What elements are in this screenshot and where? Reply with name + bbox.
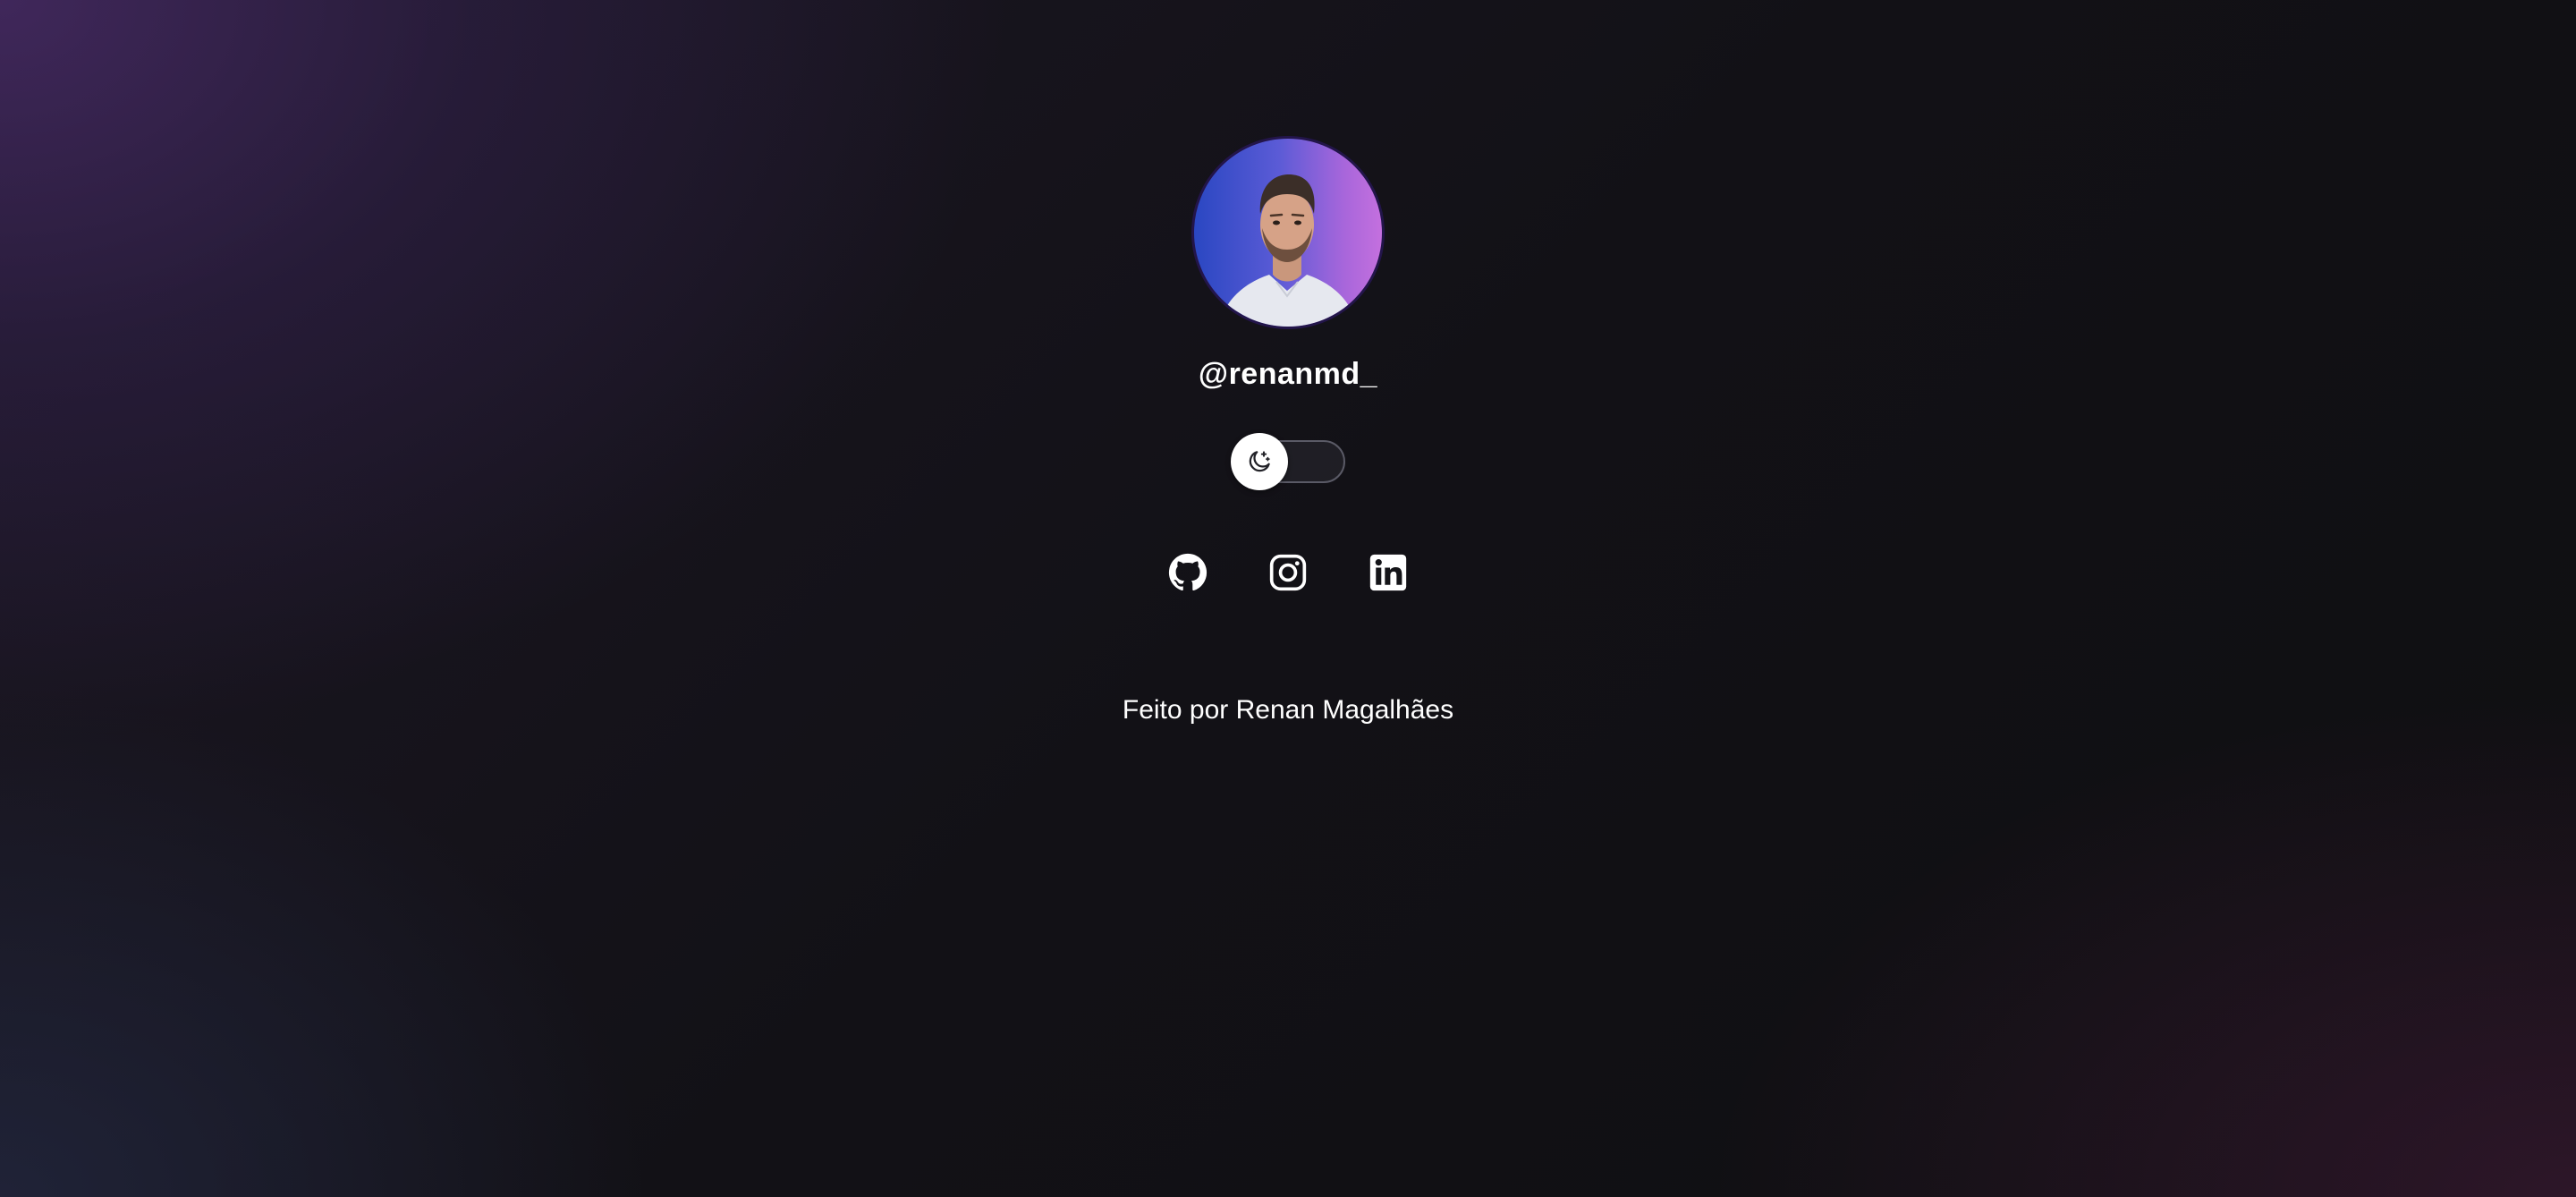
profile-handle: @renanmd_ bbox=[1198, 357, 1378, 391]
theme-toggle-knob[interactable] bbox=[1231, 433, 1288, 490]
profile-section: @renanmd_ Feito por Renan Magalhães bbox=[0, 136, 2576, 726]
moon-stars-icon bbox=[1249, 451, 1270, 472]
avatar bbox=[1191, 136, 1385, 329]
theme-toggle[interactable] bbox=[1231, 433, 1345, 490]
page: @renanmd_ Feito por Renan Magalhães bbox=[0, 0, 2576, 1197]
github-icon bbox=[1168, 553, 1208, 591]
instagram-link[interactable] bbox=[1268, 553, 1308, 592]
github-link[interactable] bbox=[1168, 553, 1208, 592]
social-links bbox=[1168, 553, 1408, 592]
avatar-portrait bbox=[1219, 174, 1357, 327]
instagram-icon bbox=[1269, 554, 1307, 591]
linkedin-icon bbox=[1369, 554, 1407, 591]
footer-credit: Feito por Renan Magalhães bbox=[1122, 695, 1454, 725]
linkedin-link[interactable] bbox=[1368, 553, 1408, 592]
